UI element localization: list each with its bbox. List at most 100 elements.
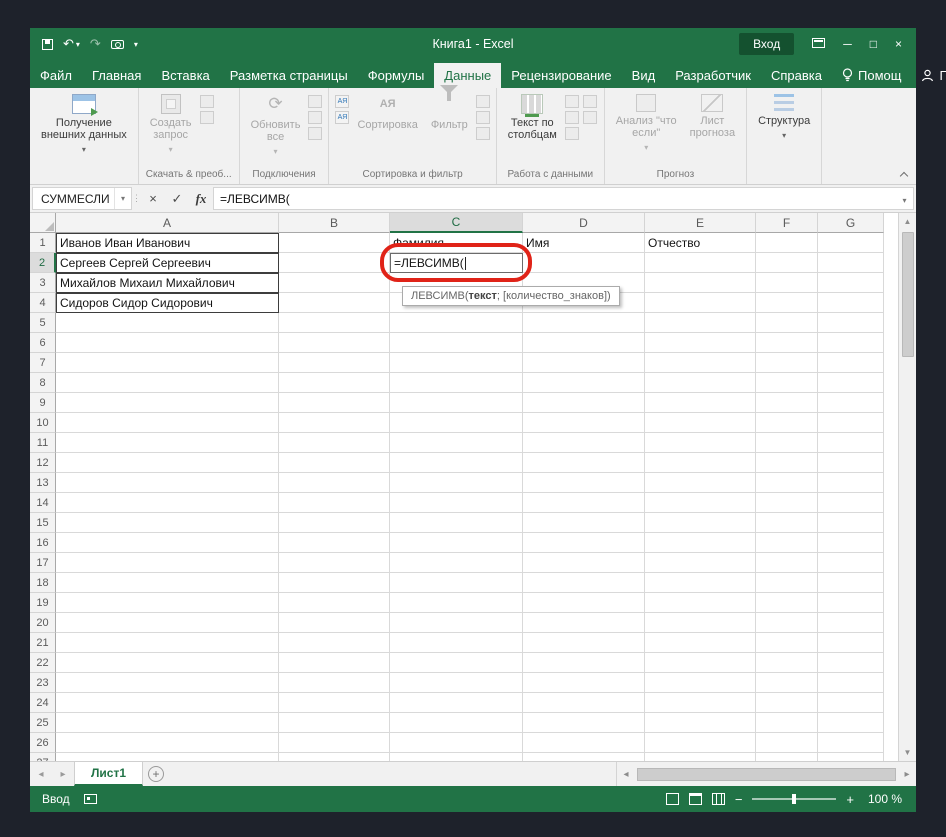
cell-E17[interactable] <box>645 553 756 573</box>
data-validation-icon[interactable] <box>564 111 579 124</box>
insert-function-button[interactable]: fx <box>189 185 213 212</box>
cell-B1[interactable] <box>279 233 390 253</box>
assistant-button[interactable]: Помощ <box>832 63 911 88</box>
cell-E4[interactable] <box>645 293 756 313</box>
page-break-view-button[interactable] <box>711 793 725 805</box>
cell-F21[interactable] <box>756 633 818 653</box>
cell-D25[interactable] <box>523 713 645 733</box>
cell-B22[interactable] <box>279 653 390 673</box>
cell-B21[interactable] <box>279 633 390 653</box>
ribbon-display-options-button[interactable] <box>812 37 826 51</box>
cell-B8[interactable] <box>279 373 390 393</box>
cell-D21[interactable] <box>523 633 645 653</box>
cell-G23[interactable] <box>818 673 884 693</box>
cell-F9[interactable] <box>756 393 818 413</box>
cell-E26[interactable] <box>645 733 756 753</box>
formula-bar-expand-icon[interactable]: ▾ <box>896 187 914 210</box>
cell-F2[interactable] <box>756 253 818 273</box>
cell-G1[interactable] <box>818 233 884 253</box>
cell-G27[interactable] <box>818 753 884 761</box>
outline-button[interactable]: Структура ▾ <box>753 92 815 144</box>
cell-D19[interactable] <box>523 593 645 613</box>
row-header-23[interactable]: 23 <box>30 673 56 693</box>
redo-button[interactable]: ↷ <box>90 36 101 52</box>
cell-E20[interactable] <box>645 613 756 633</box>
cell-B25[interactable] <box>279 713 390 733</box>
cell-E5[interactable] <box>645 313 756 333</box>
row-header-26[interactable]: 26 <box>30 733 56 753</box>
cell-E16[interactable] <box>645 533 756 553</box>
cell-B9[interactable] <box>279 393 390 413</box>
tab-insert[interactable]: Вставка <box>151 63 219 88</box>
cell-G21[interactable] <box>818 633 884 653</box>
macro-record-icon[interactable] <box>83 794 97 804</box>
cell-E9[interactable] <box>645 393 756 413</box>
page-layout-view-button[interactable] <box>688 793 702 805</box>
cell-D12[interactable] <box>523 453 645 473</box>
cell-E22[interactable] <box>645 653 756 673</box>
cell-E18[interactable] <box>645 573 756 593</box>
cell-F14[interactable] <box>756 493 818 513</box>
row-header-18[interactable]: 18 <box>30 573 56 593</box>
cell-E10[interactable] <box>645 413 756 433</box>
clear-filter-icon[interactable] <box>475 95 490 108</box>
cell-A26[interactable] <box>56 733 279 753</box>
row-header-25[interactable]: 25 <box>30 713 56 733</box>
cell-F12[interactable] <box>756 453 818 473</box>
enter-button[interactable]: ✓ <box>165 185 189 212</box>
filter-button[interactable]: Фильтр <box>426 85 473 133</box>
cell-C16[interactable] <box>390 533 523 553</box>
share-button[interactable]: Поделиться <box>911 63 946 88</box>
cell-D11[interactable] <box>523 433 645 453</box>
cell-D18[interactable] <box>523 573 645 593</box>
cell-F4[interactable] <box>756 293 818 313</box>
screenshot-button[interactable] <box>110 39 124 49</box>
cell-G20[interactable] <box>818 613 884 633</box>
tab-home[interactable]: Главная <box>82 63 151 88</box>
cell-B6[interactable] <box>279 333 390 353</box>
cell-E21[interactable] <box>645 633 756 653</box>
cell-D5[interactable] <box>523 313 645 333</box>
sheet-nav-right-icon[interactable]: ▸ <box>52 762 74 786</box>
cell-C11[interactable] <box>390 433 523 453</box>
scroll-up-icon[interactable]: ▲ <box>899 213 916 230</box>
formula-input[interactable]: =ЛЕВСИМВ( <box>213 187 896 210</box>
cell-G15[interactable] <box>818 513 884 533</box>
cell-A18[interactable] <box>56 573 279 593</box>
row-header-13[interactable]: 13 <box>30 473 56 493</box>
cell-A14[interactable] <box>56 493 279 513</box>
cell-A21[interactable] <box>56 633 279 653</box>
cell-G24[interactable] <box>818 693 884 713</box>
cell-C27[interactable] <box>390 753 523 761</box>
vertical-scrollbar[interactable]: ▲ ▼ <box>898 213 916 761</box>
cell-F25[interactable] <box>756 713 818 733</box>
cell-B10[interactable] <box>279 413 390 433</box>
cell-D7[interactable] <box>523 353 645 373</box>
text-to-columns-button[interactable]: Текст по столбцам <box>503 92 562 143</box>
cell-G8[interactable] <box>818 373 884 393</box>
new-query-button[interactable]: Создать запрос ▾ <box>145 92 197 158</box>
cell-E25[interactable] <box>645 713 756 733</box>
cell-A13[interactable] <box>56 473 279 493</box>
cell-B15[interactable] <box>279 513 390 533</box>
get-external-data-button[interactable]: Получение внешних данных ▾ <box>36 92 132 158</box>
minimize-button[interactable]: ─ <box>843 37 852 51</box>
cell-C6[interactable] <box>390 333 523 353</box>
cell-D1[interactable]: Имя <box>523 233 645 253</box>
cell-F19[interactable] <box>756 593 818 613</box>
cell-A6[interactable] <box>56 333 279 353</box>
sort-desc-icon[interactable]: АЯ <box>335 111 350 124</box>
cell-A2[interactable]: Сергеев Сергей Сергеевич <box>56 253 279 273</box>
sort-asc-icon[interactable]: АЯ <box>335 95 350 108</box>
row-header-16[interactable]: 16 <box>30 533 56 553</box>
cell-E23[interactable] <box>645 673 756 693</box>
tab-formulas[interactable]: Формулы <box>358 63 435 88</box>
cell-C20[interactable] <box>390 613 523 633</box>
row-header-11[interactable]: 11 <box>30 433 56 453</box>
relationships-icon[interactable] <box>564 127 579 140</box>
row-header-24[interactable]: 24 <box>30 693 56 713</box>
cell-G22[interactable] <box>818 653 884 673</box>
cell-A12[interactable] <box>56 453 279 473</box>
cell-A24[interactable] <box>56 693 279 713</box>
cell-G17[interactable] <box>818 553 884 573</box>
